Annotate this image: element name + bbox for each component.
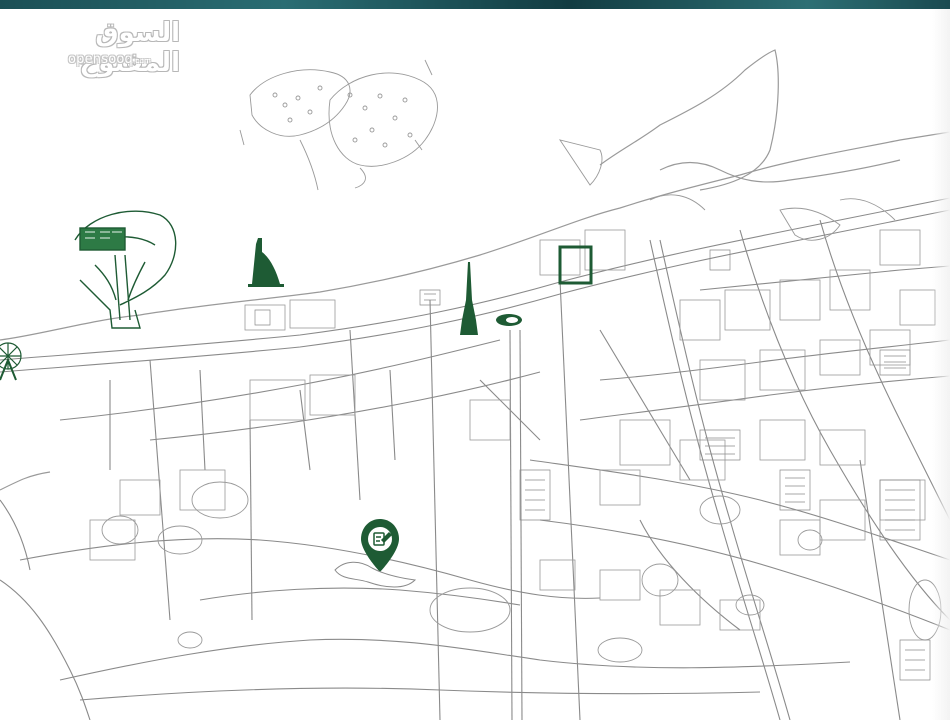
city-map xyxy=(0,49,950,720)
top-banner-strip xyxy=(0,0,950,9)
logo-latin-text: opensooq.com xyxy=(68,52,151,67)
logo-latin-name: opensooq xyxy=(68,52,133,67)
street-blocks xyxy=(89,229,936,631)
location-pin-icon xyxy=(361,519,399,572)
coastline xyxy=(0,49,950,491)
burj-al-arab-icon xyxy=(248,238,284,287)
palm-atlantis-icon xyxy=(74,210,177,329)
roads xyxy=(0,197,950,720)
world-islands xyxy=(239,59,438,191)
burj-khalifa-icon xyxy=(460,262,478,335)
logo-domain: .com xyxy=(132,57,151,65)
ain-dubai-icon xyxy=(0,342,22,381)
opensooq-logo: السوق المفتوح opensooq.com xyxy=(20,18,180,78)
dubai-opera-icon xyxy=(496,314,522,326)
right-edge-fade xyxy=(932,9,950,720)
logo-arabic-text: السوق المفتوح xyxy=(79,18,180,78)
